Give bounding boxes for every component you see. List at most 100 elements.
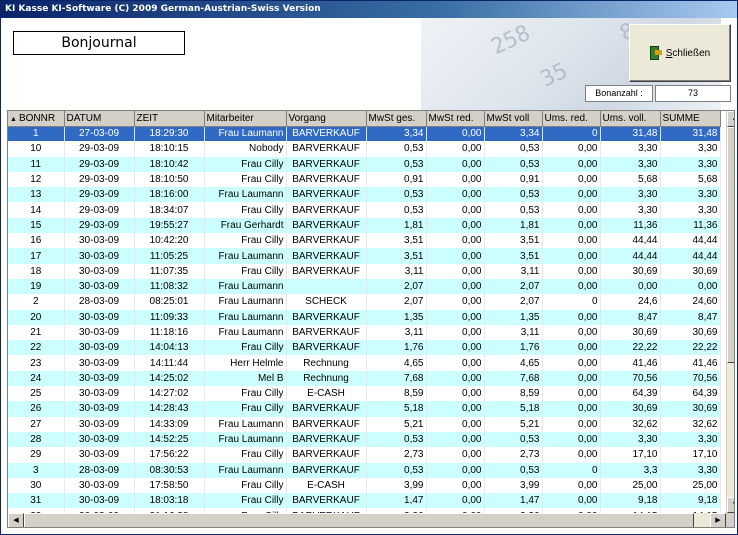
table-row[interactable]: 1 27-03-09 18:29:30 Frau Laumann BARVERKAUF 3…: [8, 126, 721, 142]
column-header-vorgang[interactable]: Vorgang: [286, 111, 367, 127]
column-header-ums-red[interactable]: Ums. red.: [542, 111, 601, 127]
table-cell: BARVERKAUF: [286, 217, 367, 234]
table-cell: 14:11:44: [134, 355, 205, 371]
table-cell: 11:18:16: [134, 324, 205, 341]
table-cell: Mel B: [204, 370, 287, 387]
table-row[interactable]: 30 30-03-09 17:58:50 Frau Cilly E-CASH 3,99 0,…: [8, 477, 721, 494]
column-header-ums-voll[interactable]: Ums. voll.: [600, 111, 661, 127]
horizontal-scroll-thumb[interactable]: [24, 513, 694, 527]
table-cell: BARVERKAUF: [286, 309, 367, 325]
table-cell: Frau Gerhardt: [204, 217, 287, 234]
table-row[interactable]: 19 30-03-09 11:08:32 Frau Laumann 2,07 0,00 2,…: [8, 278, 721, 295]
table-cell: Frau Cilly: [204, 493, 287, 509]
table-cell: 23: [8, 355, 65, 371]
table-cell: 18:16:00: [134, 187, 205, 203]
receipt-journal-grid[interactable]: ▲ BONNR DATUM ZEIT Mitarbeiter Vorgang MwSt ge…: [7, 110, 735, 528]
table-row[interactable]: 11 29-03-09 18:10:42 Frau Cilly BARVERKAUF 0,…: [8, 156, 721, 172]
table-row[interactable]: 28 30-03-09 14:52:25 Frau Laumann BARVERKAUF…: [8, 431, 721, 448]
table-cell: 64,39: [600, 386, 661, 402]
table-cell: 3,30: [600, 141, 661, 157]
table-cell: 3,51: [484, 233, 543, 249]
table-cell: 0,53: [484, 156, 543, 172]
table-cell: 3: [8, 462, 65, 478]
table-cell: 21: [8, 324, 65, 341]
column-header-bonnr[interactable]: ▲ BONNR: [8, 111, 65, 127]
table-row[interactable]: 23 30-03-09 14:11:44 Herr Helmle Rechnung 4,6…: [8, 355, 721, 371]
table-cell: Frau Laumann: [204, 462, 287, 478]
table-cell: 0,00: [426, 370, 485, 387]
table-cell: 0,00: [542, 386, 601, 402]
table-cell: Frau Laumann: [204, 416, 287, 432]
scroll-up-icon[interactable]: ▲: [727, 111, 734, 127]
column-header-zeit[interactable]: ZEIT: [134, 111, 205, 127]
table-row[interactable]: 31 30-03-09 18:03:18 Frau Cilly BARVERKAUF 1,…: [8, 493, 721, 509]
table-cell: BARVERKAUF: [286, 171, 367, 188]
table-cell: [286, 278, 367, 295]
table-row[interactable]: 15 29-03-09 19:55:27 Frau Gerhardt BARVERKAU…: [8, 217, 721, 234]
table-cell: Frau Laumann: [204, 431, 287, 448]
table-cell: 7,68: [366, 370, 427, 387]
table-cell: 16: [8, 233, 65, 249]
table-cell: 0,00: [426, 477, 485, 494]
table-row[interactable]: 21 30-03-09 11:18:16 Frau Laumann BARVERKAUF…: [8, 324, 721, 341]
table-row[interactable]: 12 29-03-09 18:10:50 Frau Cilly BARVERKAUF 0,…: [8, 171, 721, 188]
table-cell: 1,35: [484, 309, 543, 325]
table-cell: 0,00: [660, 278, 721, 295]
table-cell: Frau Cilly: [204, 386, 287, 402]
table-cell: 0,00: [542, 370, 601, 387]
vertical-scroll-thumb[interactable]: [727, 127, 734, 363]
table-row[interactable]: 13 29-03-09 18:16:00 Frau Laumann BARVERKAUF…: [8, 187, 721, 203]
table-cell: 0,00: [426, 171, 485, 188]
close-button[interactable]: Schließen: [629, 24, 731, 82]
scroll-right-icon[interactable]: ▶: [710, 513, 726, 527]
table-cell: 0,00: [542, 431, 601, 448]
column-header-mwst-ges[interactable]: MwSt ges.: [366, 111, 427, 127]
table-cell: BARVERKAUF: [286, 233, 367, 249]
table-row[interactable]: 22 30-03-09 14:04:13 Frau Cilly BARVERKAUF 1,…: [8, 340, 721, 356]
column-header-datum[interactable]: DATUM: [64, 111, 135, 127]
table-row[interactable]: 10 29-03-09 18:10:15 Nobody BARVERKAUF 0,53 0,…: [8, 141, 721, 157]
column-header-mwst-voll[interactable]: MwSt voll: [484, 111, 543, 127]
table-row[interactable]: 17 30-03-09 11:05:25 Frau Laumann BARVERKAUF…: [8, 248, 721, 264]
table-cell: BARVERKAUF: [286, 248, 367, 264]
column-header-mitarbeiter[interactable]: Mitarbeiter: [204, 111, 287, 127]
scroll-left-icon[interactable]: ◀: [8, 513, 24, 527]
table-cell: 64,39: [660, 386, 721, 402]
vertical-scrollbar[interactable]: ▲ ▼: [726, 111, 734, 513]
table-cell: 1,81: [366, 217, 427, 234]
table-row[interactable]: 18 30-03-09 11:07:35 Frau Cilly BARVERKAUF 3,…: [8, 263, 721, 279]
table-cell: BARVERKAUF: [286, 141, 367, 157]
table-cell: 30-03-09: [64, 278, 135, 295]
table-row[interactable]: 3 28-03-09 08:30:53 Frau Laumann BARVERKAUF 0…: [8, 462, 721, 478]
table-row[interactable]: 2 28-03-09 08:25:01 Frau Laumann SCHECK 2,07 0…: [8, 294, 721, 310]
table-row[interactable]: 25 30-03-09 14:27:02 Frau Cilly E-CASH 8,59 0,…: [8, 386, 721, 402]
table-cell: 10:42:20: [134, 233, 205, 249]
table-cell: 10: [8, 141, 65, 157]
column-header-summe[interactable]: SUMME: [660, 111, 721, 127]
table-cell: 30,69: [660, 324, 721, 341]
table-row[interactable]: 29 30-03-09 17:56:22 Frau Cilly BARVERKAUF 2,…: [8, 447, 721, 463]
table-row[interactable]: 16 30-03-09 10:42:20 Frau Cilly BARVERKAUF 3,…: [8, 233, 721, 249]
table-cell: 11: [8, 156, 65, 172]
table-cell: 0,00: [426, 187, 485, 203]
table-cell: 4,65: [484, 355, 543, 371]
table-row[interactable]: 26 30-03-09 14:28:43 Frau Cilly BARVERKAUF 5,…: [8, 401, 721, 417]
table-row[interactable]: 24 30-03-09 14:25:02 Mel B Rechnung 7,68 0,00 7…: [8, 370, 721, 387]
table-cell: BARVERKAUF: [286, 416, 367, 432]
table-cell: 0,00: [542, 202, 601, 218]
scroll-down-icon[interactable]: ▼: [727, 497, 734, 513]
horizontal-scrollbar[interactable]: ◀ ▶: [8, 513, 726, 527]
table-cell: 0,00: [426, 355, 485, 371]
table-row[interactable]: 27 30-03-09 14:33:09 Frau Laumann BARVERKAUF…: [8, 416, 721, 432]
table-cell: 0,53: [366, 431, 427, 448]
table-row[interactable]: 14 29-03-09 18:34:07 Frau Cilly BARVERKAUF 0,…: [8, 202, 721, 218]
table-cell: 29-03-09: [64, 202, 135, 218]
column-header-mwst-red[interactable]: MwSt red.: [426, 111, 485, 127]
table-cell: 29: [8, 447, 65, 463]
table-cell: 0,00: [542, 340, 601, 356]
sort-ascending-icon: ▲: [10, 115, 17, 123]
table-cell: 9,18: [600, 493, 661, 509]
table-cell: BARVERKAUF: [286, 401, 367, 417]
table-row[interactable]: 20 30-03-09 11:09:33 Frau Laumann BARVERKAUF…: [8, 309, 721, 325]
table-cell: 3,11: [366, 324, 427, 341]
